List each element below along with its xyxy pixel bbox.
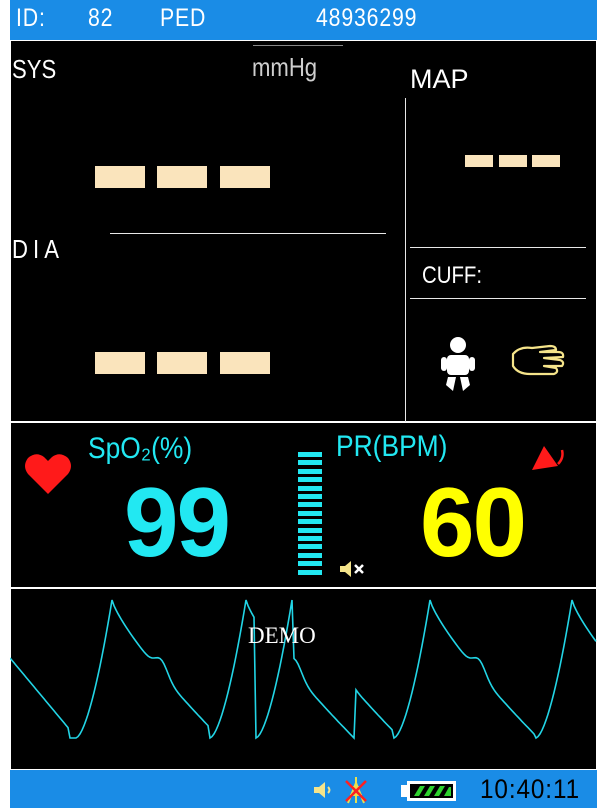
monitor-screen: ID: 82 PED 48936299 SYS mmHg MAP DIA CUF… [10,0,597,808]
pr-label: PR(BPM) [336,430,448,463]
status-bar: 10:40:11 [10,770,597,808]
sys-value-placeholder-1 [95,166,145,188]
patient-type[interactable]: PED [160,4,206,33]
dia-value-placeholder-1 [95,352,145,374]
speaker-muted-icon[interactable] [338,558,368,580]
network-off-icon [345,777,367,804]
pulse-bar-segment [298,536,322,541]
map-value-placeholder-2 [499,155,527,167]
device-serial: 48936299 [316,4,418,32]
unit-overline [253,45,343,46]
pulse-bar-segment [298,527,322,533]
heart-icon [25,454,71,494]
pulse-bar-segment [298,494,322,499]
pulse-bar-segment [298,544,322,550]
dia-value-placeholder-3 [220,352,270,374]
demo-watermark: DEMO [248,623,316,648]
pulse-bar-segment [298,552,322,558]
dia-value-placeholder-2 [157,352,207,374]
spo2-label: SpO₂(%) [88,432,193,465]
pulse-bar-segment [298,468,322,474]
nibp-right-divider [405,98,406,422]
sys-dia-divider [110,233,386,234]
pressure-unit: mmHg [252,52,318,82]
cuff-divider [410,298,586,299]
hand-cuff-icon [511,344,565,376]
sys-label: SYS [12,54,57,84]
battery-icon [401,781,456,801]
map-divider [410,247,586,248]
pulse-strength-bar [298,452,322,578]
pulse-bar-segment [298,460,322,466]
pulse-bar-segment [298,569,322,575]
speaker-icon[interactable] [312,779,334,801]
pulse-bar-segment [298,510,322,516]
spo2-value: 99 [124,467,231,577]
patient-id-label: ID: [16,4,46,32]
pediatric-patient-icon[interactable] [440,335,476,395]
patient-id-value: 82 [88,4,114,32]
map-label: MAP [410,64,469,94]
map-value-placeholder-3 [532,155,560,167]
dia-label: DIA [12,234,65,264]
header-bar: ID: 82 PED 48936299 [10,0,597,40]
pulse-bar-segment [298,485,322,491]
pulse-bar-segment [298,502,322,508]
pulse-bar-segment [298,452,322,457]
sys-value-placeholder-3 [220,166,270,188]
clock: 10:40:11 [480,774,580,804]
map-value-placeholder-1 [465,155,493,167]
cuff-label: CUFF: [422,262,483,289]
pulse-bar-segment [298,477,322,483]
pleth-waveform [10,599,597,740]
alarm-bell-icon[interactable] [528,442,568,472]
pulse-bar-segment [298,519,322,525]
sys-value-placeholder-2 [157,166,207,188]
pr-value: 60 [420,467,527,577]
pulse-bar-segment [298,561,322,567]
